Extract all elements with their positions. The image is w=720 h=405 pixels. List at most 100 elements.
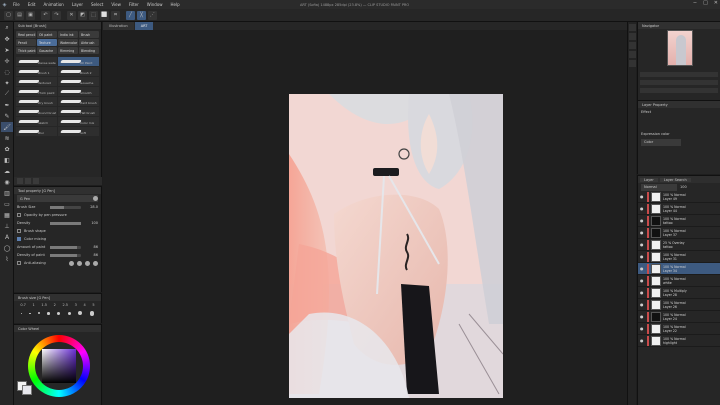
eye-icon[interactable]: ● <box>640 206 645 211</box>
menu-view[interactable]: View <box>107 2 125 7</box>
subtool-group[interactable]: Brush <box>79 31 99 38</box>
brush-size-value[interactable]: 2.5 <box>62 303 68 307</box>
close-button[interactable]: ✕ <box>714 0 718 6</box>
fill-icon[interactable]: ◩ <box>78 10 87 20</box>
brush-size-dot[interactable] <box>37 312 40 315</box>
brush-item[interactable]: Dry brush <box>16 97 57 106</box>
minimize-button[interactable]: − <box>693 0 697 6</box>
eraser-icon[interactable]: ◧ <box>1 155 13 165</box>
subtool-group[interactable]: Airbrush <box>79 39 99 46</box>
brush-size-dot[interactable] <box>47 312 50 315</box>
layer-row[interactable]: ● 25 % Overlay tattoo <box>638 239 720 251</box>
hue-ring[interactable] <box>28 335 90 397</box>
document-tab[interactable]: Illustration <box>103 22 134 30</box>
subtool-group[interactable]: Blending <box>79 47 99 54</box>
auto-select-icon[interactable]: ✦ <box>1 78 13 88</box>
zoom-tool-icon[interactable]: ⌕ <box>1 23 13 33</box>
saturation-square[interactable] <box>42 349 76 383</box>
layer-row[interactable]: ● 100 % Normal Layer 31 <box>638 251 720 263</box>
brush-item[interactable]: Dense watercolor <box>16 57 57 66</box>
tab-layer-search[interactable]: Layer Search <box>659 177 691 182</box>
brush-size-dot[interactable] <box>89 311 95 316</box>
brush-item[interactable]: Oil Paint <box>58 57 99 66</box>
subtool-group[interactable]: Rimming <box>58 47 78 54</box>
subtool-group[interactable]: Oil paint <box>37 31 57 38</box>
layer-row[interactable]: ● 100 % Multiply Layer 28 <box>638 287 720 299</box>
brush-item[interactable]: Gouache <box>58 77 99 86</box>
eye-icon[interactable]: ● <box>640 314 645 319</box>
brush-size-value[interactable]: 1 <box>33 303 35 307</box>
eye-icon[interactable]: ● <box>640 194 645 199</box>
subtool-group[interactable]: Watercolor <box>58 39 78 46</box>
snap-perspective-icon[interactable]: ⋰ <box>148 10 157 20</box>
brush-item[interactable]: Flat brush <box>58 107 99 116</box>
subtool-group[interactable]: Texture <box>37 39 57 46</box>
layer-row[interactable]: ● 100 % Normal highlight <box>638 335 720 347</box>
menu-animation[interactable]: Animation <box>39 2 67 7</box>
panel-toggle-icon[interactable] <box>629 24 636 31</box>
fill-tool-icon[interactable]: ◉ <box>1 177 13 187</box>
layer-row[interactable]: ● 100 % Normal Layer 34 <box>638 263 720 275</box>
tab-layer[interactable]: Layer <box>640 177 658 182</box>
brush-size-value[interactable]: 3 <box>75 303 77 307</box>
panel-toggle-icon[interactable] <box>629 42 636 49</box>
brush-item[interactable]: Brush 1 <box>16 67 57 76</box>
antialias-option-icon[interactable] <box>77 260 82 266</box>
subtool-group[interactable]: Thick paint <box>16 47 36 54</box>
eye-icon[interactable]: ● <box>640 302 645 307</box>
navigator-buttons[interactable] <box>640 88 718 93</box>
snap-grid-icon[interactable]: ╳ <box>137 10 146 20</box>
maximize-button[interactable]: □ <box>703 0 708 6</box>
brush-item[interactable]: Round brush <box>16 107 57 116</box>
snap-ruler-icon[interactable]: ╱ <box>126 10 135 20</box>
duplicate-icon[interactable] <box>25 178 31 184</box>
layer-row[interactable]: ● 100 % Normal Layer 22 <box>638 323 720 335</box>
property-value[interactable]: 86 <box>84 245 98 249</box>
property-value[interactable]: 86 <box>84 253 98 257</box>
property-value[interactable]: 100 <box>84 221 98 225</box>
brush-item[interactable]: Sketch <box>16 117 57 126</box>
navigator-thumbnail[interactable] <box>667 30 693 66</box>
menu-help[interactable]: Help <box>167 2 184 7</box>
panel-toggle-icon[interactable] <box>629 51 636 58</box>
menu-layer[interactable]: Layer <box>68 2 87 7</box>
artwork[interactable] <box>289 94 503 398</box>
blend-mode-select[interactable]: Normal <box>641 183 677 191</box>
eye-icon[interactable]: ● <box>640 338 645 343</box>
clear-icon[interactable]: ✕ <box>67 10 76 20</box>
zoom-slider[interactable] <box>640 72 718 77</box>
antialias-option-icon[interactable] <box>93 260 98 266</box>
balloon-icon[interactable]: ◯ <box>1 243 13 253</box>
eye-icon[interactable]: ● <box>640 254 645 259</box>
sub-color-swatch[interactable] <box>22 385 32 395</box>
brush-size-value[interactable]: 2 <box>54 303 56 307</box>
open-icon[interactable]: ▤ <box>15 10 24 20</box>
crop-icon[interactable]: ⌗ <box>111 10 120 20</box>
brush-size-dot[interactable] <box>78 311 83 316</box>
menu-window[interactable]: Window <box>143 2 167 7</box>
layer-row[interactable]: ● 100 % Normal Layer 44 <box>638 203 720 215</box>
save-icon[interactable]: ▣ <box>26 10 35 20</box>
pencil-icon[interactable]: ✎ <box>1 111 13 121</box>
ruler-icon[interactable]: ⊥ <box>1 221 13 231</box>
frame-icon[interactable]: ▦ <box>1 210 13 220</box>
deselect-icon[interactable]: ⬜ <box>100 10 109 20</box>
brush-size-dot[interactable] <box>20 312 22 314</box>
eyedropper-icon[interactable]: ⟋ <box>1 89 13 99</box>
property-value[interactable]: 28.0 <box>84 205 98 209</box>
airbrush-icon[interactable]: ≋ <box>1 133 13 143</box>
brush-size-value[interactable]: 0.7 <box>20 303 26 307</box>
pen-icon[interactable]: ✒ <box>1 100 13 110</box>
eye-icon[interactable]: ● <box>640 278 645 283</box>
settings-icon[interactable] <box>17 178 23 184</box>
undo-icon[interactable]: ↶ <box>41 10 50 20</box>
panel-toggle-icon[interactable] <box>629 60 636 67</box>
correct-line-icon[interactable]: ⌇ <box>1 254 13 264</box>
brush-item[interactable]: Smooth <box>58 87 99 96</box>
brush-size-value[interactable]: 5 <box>92 303 94 307</box>
brush-item[interactable]: Textured <box>16 77 57 86</box>
operation-tool-icon[interactable]: ➤ <box>1 45 13 55</box>
blend-icon[interactable]: ☁ <box>1 166 13 176</box>
text-icon[interactable]: A <box>1 232 13 242</box>
property-slider[interactable] <box>50 245 81 249</box>
